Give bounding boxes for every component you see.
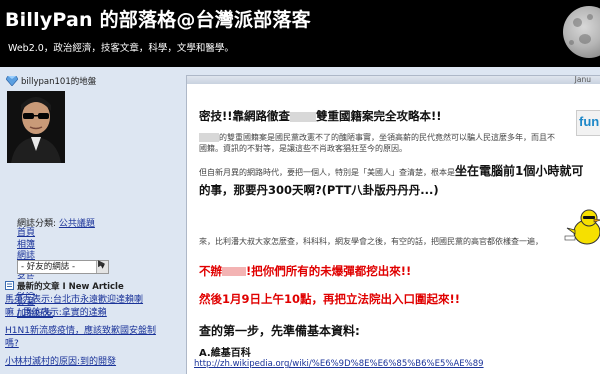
friends-select-value: - 好友的網誌 - [21, 262, 76, 272]
sidebar-item-album[interactable]: 相簿 [17, 240, 53, 252]
post-date: Janu [574, 75, 591, 84]
blog-post: Janu 密技!!靠網路徹查 雙重國籍案完全攻略本!! fun 的雙重國籍案是國民… [186, 75, 600, 374]
sidebar-item-home[interactable]: 首頁 [17, 228, 53, 240]
list-item[interactable]: 嗎? [5, 338, 175, 351]
para1-line1: 的雙重國籍案是國民黨改憲不了的醜陋事實，坐領高薪的民代竟然可以騙人民這麼多年，而… [219, 133, 555, 142]
para2-line1-big: 坐在電腦前1個小時就可 [455, 164, 584, 178]
post-paragraph-1: 的雙重國籍案是國民黨改憲不了的醜陋事實，坐領高薪的民代竟然可以騙人民這麼多年，而… [199, 132, 555, 154]
moon-decoration [563, 6, 600, 58]
section-title: 查的第一步，先準備基本資料: [199, 324, 360, 338]
list-item[interactable]: 馬英九表示:台北市永遠歡迎達賴喇 [5, 294, 175, 307]
chevron-right-icon[interactable]: ▶ [98, 259, 105, 269]
post-paragraph-2: 但自新月異的網路時代，要把一個人，特別是「美國人」查清楚，根本是坐在電腦前1個小… [199, 164, 584, 178]
para1-line2: 國籍。資訊的不對等，是讓這些不肖政客猖狂至今的原因。 [199, 144, 407, 153]
para2-line1-small: 但自新月異的網路時代，要把一個人，特別是「美國人」查清楚，根本是 [199, 168, 455, 177]
post-red-line-2: 然後1月9日上午10點，再把立法院出入口圍起來!! [199, 292, 460, 306]
post-title-prefix: 密技!!靠網路徹查 [199, 109, 290, 123]
article-icon [5, 281, 14, 290]
duck-emoticon-icon [564, 209, 600, 245]
profile-header: billypan101的地盤 [6, 75, 96, 87]
blog-header: BillyPan 的部落格@台灣派部落客 Web2.0，政治經濟，技客文章，科學… [0, 0, 600, 67]
list-item[interactable]: 小林村滅村的原因:到的開發 [5, 356, 175, 369]
recent-articles-header: 最新的文章 I New Article [0, 279, 178, 292]
wiki-subtitle: A.維基百科 [199, 348, 251, 359]
list-item[interactable]: H1N1新流感疫情，應該致歉國安盤制 [5, 325, 175, 338]
sidebar: billypan101的地盤 網誌分類: 公共議題 首頁 相簿 網誌 留言 名片… [0, 67, 178, 374]
diamond-icon [6, 76, 18, 86]
post-title-suffix: 雙重國籍案完全攻略本!! [316, 109, 442, 123]
avatar-photo [7, 91, 65, 163]
post-title[interactable]: 密技!!靠網路徹查 雙重國籍案完全攻略本!! [199, 108, 442, 124]
blog-subtitle: Web2.0，政治經濟，技客文章，科學，文學和醫學。 [8, 43, 234, 54]
blog-title[interactable]: BillyPan 的部落格@台灣派部落客 [5, 5, 311, 32]
redacted-name [290, 111, 316, 122]
friends-blog-select[interactable]: - 好友的網誌 - ▼ [17, 260, 109, 274]
post-paragraph-2b: 的事，那要丹300天啊?(PTT八卦版丹丹丹...) [199, 183, 439, 197]
avatar[interactable] [7, 91, 65, 163]
category-link[interactable]: 公共議題 [59, 219, 95, 229]
profile-name[interactable]: billypan101的地盤 [21, 75, 96, 87]
red-line1-suffix: !把你們所有的未爆彈都挖出來!! [246, 264, 412, 278]
fun-badge-text: fun [579, 114, 600, 129]
post-paragraph-3: 來，比利潘大叔大家怎麼查，科科科，網友學會之後，有空的話，把國民黨的高官都依樣查… [199, 237, 543, 246]
list-item[interactable]: 嘛 / 馬航表示:拿實的達賴 [5, 307, 175, 320]
post-red-line-1: 不辦 !把你們所有的未爆彈都挖出來!! [199, 263, 411, 279]
recent-articles-list: 馬英九表示:台北市永遠歡迎達賴喇 嘛 / 馬航表示:拿實的達賴 H1N1新流感疫… [5, 294, 175, 369]
redacted-name [222, 267, 246, 276]
red-line1-prefix: 不辦 [199, 264, 222, 278]
redacted-name [199, 133, 219, 142]
recent-articles-title: 最新的文章 I New Article [17, 281, 124, 292]
fun-badge[interactable]: fun [576, 110, 600, 136]
post-header-bar: Janu [187, 76, 600, 84]
wikipedia-link[interactable]: http://zh.wikipedia.org/wiki/%E6%9D%8E%E… [194, 359, 484, 369]
